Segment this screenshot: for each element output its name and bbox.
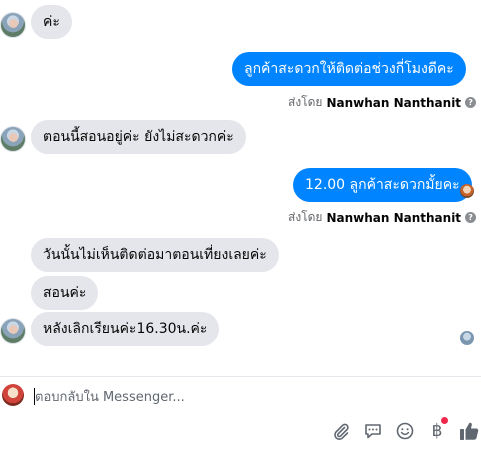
info-icon[interactable]: ? (465, 97, 477, 108)
info-icon[interactable]: ? (465, 212, 477, 223)
contact-avatar[interactable] (0, 318, 26, 344)
emoji-button[interactable] (393, 419, 417, 443)
sender-name[interactable]: Nanwhan Nanthanit (326, 211, 461, 225)
sender-name[interactable]: Nanwhan Nanthanit (326, 96, 461, 110)
like-icon (460, 422, 479, 440)
read-receipt-avatar (460, 184, 474, 198)
seen-avatar (460, 331, 474, 345)
sent-by-prefix: ส่งโดย (288, 210, 323, 224)
incoming-message[interactable]: ตอนนี้สอนอยู่ค่ะ ยังไม่สะดวกค่ะ (31, 120, 246, 154)
saved-replies-button[interactable] (361, 419, 385, 443)
incoming-message[interactable]: วันนั้นไม่เห็นติดต่อมาตอนเที่ยงเลยค่ะ (31, 238, 279, 272)
sent-by-line: ส่งโดย Nanwhan Nanthanit ? (288, 208, 477, 227)
chat-icon (365, 424, 381, 439)
reply-input[interactable] (35, 387, 465, 407)
sent-by-prefix: ส่งโดย (288, 95, 323, 109)
like-button[interactable] (457, 419, 481, 443)
attach-button[interactable] (329, 419, 353, 443)
outgoing-message[interactable]: 12.00 ลูกค้าสะดวกมั้ยคะ (293, 168, 472, 202)
contact-avatar[interactable] (0, 126, 26, 152)
incoming-message[interactable]: ค่ะ (31, 5, 72, 39)
incoming-message[interactable]: สอนค่ะ (31, 276, 99, 310)
emoji-icon (396, 422, 414, 440)
message-thread: ค่ะ ลูกค้าสะดวกให้ติดต่อช่วงกี่โมงดีคะ ส… (0, 0, 481, 376)
incoming-message[interactable]: หลังเลิกเรียนค่ะ16.30น.ค่ะ (31, 312, 220, 346)
notification-dot (441, 417, 448, 424)
payment-button[interactable]: ฿ (425, 417, 449, 443)
composer-toolbar: ฿ (0, 417, 481, 445)
reply-composer: ฿ (0, 377, 481, 458)
sent-by-line: ส่งโดย Nanwhan Nanthanit ? (288, 93, 477, 112)
payment-icon: ฿ (431, 421, 443, 441)
outgoing-message[interactable]: ลูกค้าสะดวกให้ติดต่อช่วงกี่โมงดีคะ (232, 52, 466, 86)
contact-avatar[interactable] (0, 12, 26, 38)
user-avatar (2, 384, 24, 406)
attach-icon (334, 423, 349, 441)
